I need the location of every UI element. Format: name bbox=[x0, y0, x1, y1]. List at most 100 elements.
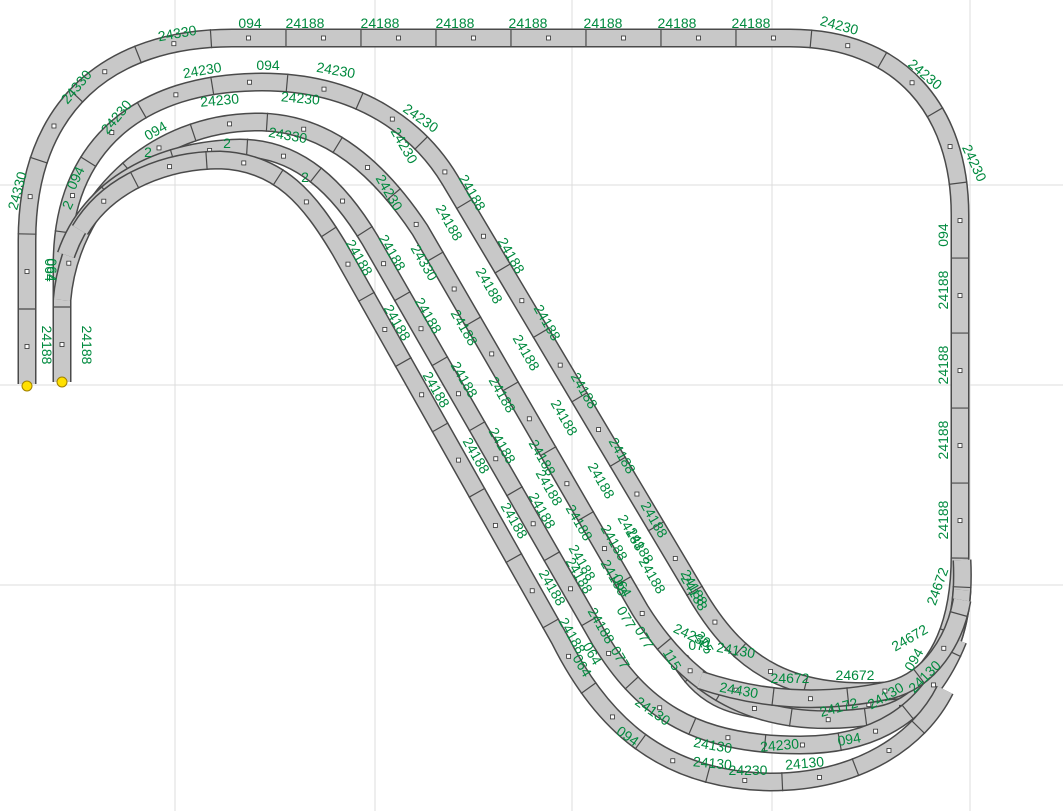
part-number-label: 24188 bbox=[658, 15, 697, 31]
segment-node[interactable] bbox=[742, 778, 748, 783]
segment-node[interactable] bbox=[564, 481, 570, 487]
segment-node[interactable] bbox=[171, 41, 177, 47]
segment-node[interactable] bbox=[568, 586, 573, 592]
third-track[interactable] bbox=[52, 112, 972, 730]
segment-node[interactable] bbox=[345, 261, 351, 267]
part-number-label: 24130 bbox=[784, 753, 824, 772]
segment-node[interactable] bbox=[957, 218, 963, 223]
segment-node[interactable] bbox=[931, 682, 936, 688]
segment-node[interactable] bbox=[526, 416, 532, 422]
segment-node[interactable] bbox=[886, 748, 892, 753]
segment-node[interactable] bbox=[546, 35, 551, 41]
segment-node[interactable] bbox=[771, 35, 776, 41]
segment-node[interactable] bbox=[321, 35, 326, 41]
segment-node[interactable] bbox=[799, 742, 805, 748]
segment-node[interactable] bbox=[396, 35, 401, 41]
segment-node[interactable] bbox=[957, 293, 963, 298]
segment-node[interactable] bbox=[227, 121, 232, 127]
segment-node[interactable] bbox=[246, 35, 251, 41]
segment-node[interactable] bbox=[947, 144, 953, 149]
segment-node[interactable] bbox=[340, 198, 346, 204]
part-number-label: 094 bbox=[238, 15, 262, 31]
segment-node[interactable] bbox=[596, 427, 601, 432]
segment-node[interactable] bbox=[471, 35, 476, 41]
segment-node[interactable] bbox=[752, 706, 757, 711]
segment-node[interactable] bbox=[321, 86, 327, 92]
segment-node[interactable] bbox=[621, 35, 626, 41]
part-number-label: 24188 bbox=[286, 15, 325, 31]
segment-node[interactable] bbox=[102, 69, 108, 75]
segment-node[interactable] bbox=[634, 491, 640, 497]
segment-node[interactable] bbox=[70, 193, 75, 198]
segment-node[interactable] bbox=[59, 342, 65, 347]
segment-node[interactable] bbox=[101, 198, 107, 204]
tracks bbox=[17, 28, 972, 792]
segment-node[interactable] bbox=[489, 351, 495, 357]
track-end-marker[interactable] bbox=[56, 376, 68, 388]
part-number-label: 24672 bbox=[771, 670, 810, 686]
segment-node[interactable] bbox=[493, 456, 499, 462]
part-number-label: 24230 bbox=[729, 762, 768, 778]
segment-node[interactable] bbox=[492, 523, 498, 528]
part-number-label: 24230 bbox=[280, 88, 320, 107]
segment-node[interactable] bbox=[808, 696, 813, 702]
track-bed bbox=[52, 112, 972, 730]
track-plan-canvas: 24330 094 24188 24188 24188 24188 24188 24188 24… bbox=[0, 0, 1063, 811]
segment-node[interactable] bbox=[909, 80, 915, 86]
segment-node[interactable] bbox=[957, 368, 963, 373]
segment-node[interactable] bbox=[670, 758, 676, 764]
segment-node[interactable] bbox=[712, 619, 718, 625]
segment-node[interactable] bbox=[566, 653, 572, 659]
segment-node[interactable] bbox=[639, 611, 645, 616]
segment-node[interactable] bbox=[696, 35, 701, 41]
segment-node[interactable] bbox=[419, 392, 425, 398]
segment-node[interactable] bbox=[451, 286, 457, 292]
segment-node[interactable] bbox=[602, 546, 607, 552]
part-number-label: 2 bbox=[223, 135, 231, 151]
segment-node[interactable] bbox=[530, 521, 536, 527]
segment-node[interactable] bbox=[381, 261, 387, 267]
segment-node[interactable] bbox=[66, 260, 72, 266]
segment-node[interactable] bbox=[957, 443, 963, 448]
segment-node[interactable] bbox=[817, 775, 822, 780]
segment-node[interactable] bbox=[382, 327, 388, 332]
segment-node[interactable] bbox=[672, 556, 678, 561]
segment-node[interactable] bbox=[687, 668, 693, 674]
part-number-label: 24130 bbox=[692, 753, 732, 772]
segment-node[interactable] bbox=[456, 391, 461, 397]
part-number-label: 094 bbox=[935, 223, 951, 247]
segment-node[interactable] bbox=[27, 194, 33, 200]
segment-node[interactable] bbox=[456, 457, 461, 463]
track-end-marker[interactable] bbox=[21, 380, 33, 392]
track-surface bbox=[54, 113, 970, 728]
segment-node[interactable] bbox=[389, 116, 395, 122]
part-number-label: 24188 bbox=[584, 15, 623, 31]
segment-node[interactable] bbox=[24, 269, 30, 274]
segment-node[interactable] bbox=[529, 588, 535, 594]
fourth-track[interactable] bbox=[57, 138, 967, 755]
segment-node[interactable] bbox=[365, 165, 370, 170]
segment-node[interactable] bbox=[241, 160, 247, 166]
part-number-label: 064 bbox=[42, 258, 58, 282]
segment-node[interactable] bbox=[413, 221, 419, 227]
segment-node[interactable] bbox=[873, 728, 879, 734]
segment-node[interactable] bbox=[845, 43, 851, 49]
part-number-label: 24188 bbox=[935, 500, 951, 539]
segment-node[interactable] bbox=[481, 233, 486, 239]
segment-node[interactable] bbox=[957, 518, 963, 523]
segment-node[interactable] bbox=[941, 645, 947, 651]
track-plan-drawing: 24330 094 24188 24188 24188 24188 24188 24188 24… bbox=[0, 0, 1063, 811]
segment-node[interactable] bbox=[247, 79, 252, 85]
segment-node[interactable] bbox=[24, 344, 30, 349]
segment-node[interactable] bbox=[303, 199, 309, 205]
segment-node[interactable] bbox=[610, 714, 615, 720]
segment-node[interactable] bbox=[519, 298, 525, 304]
segment-node[interactable] bbox=[167, 164, 172, 170]
segment-node[interactable] bbox=[51, 123, 57, 129]
segment-node[interactable] bbox=[281, 153, 286, 159]
segment-node[interactable] bbox=[418, 326, 424, 332]
segment-node[interactable] bbox=[156, 145, 162, 151]
segment-node[interactable] bbox=[173, 92, 179, 98]
segment-node[interactable] bbox=[442, 169, 448, 175]
segment-node[interactable] bbox=[557, 362, 563, 368]
